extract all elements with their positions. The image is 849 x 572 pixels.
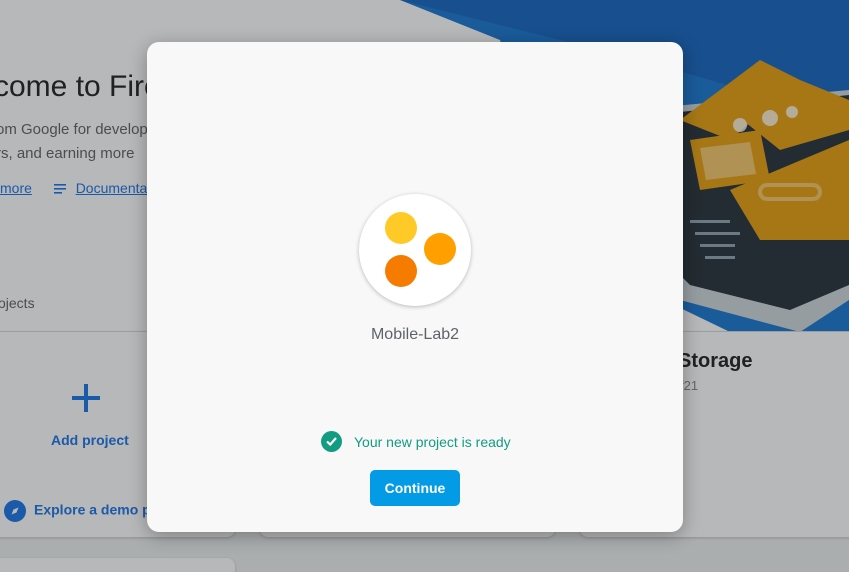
logo-dot-orange [385, 255, 417, 287]
logo-dot-amber [424, 233, 456, 265]
logo-dot-yellow [385, 212, 417, 244]
project-ready-text: Your new project is ready [354, 433, 511, 450]
project-ready-dialog: Mobile-Lab2 Your new project is ready Co… [147, 42, 683, 532]
continue-button[interactable]: Continue [370, 470, 460, 506]
check-circle-icon [321, 431, 342, 452]
project-ready-status: Your new project is ready [321, 431, 511, 452]
project-name: Mobile-Lab2 [370, 326, 460, 343]
project-logo-icon [359, 194, 471, 306]
